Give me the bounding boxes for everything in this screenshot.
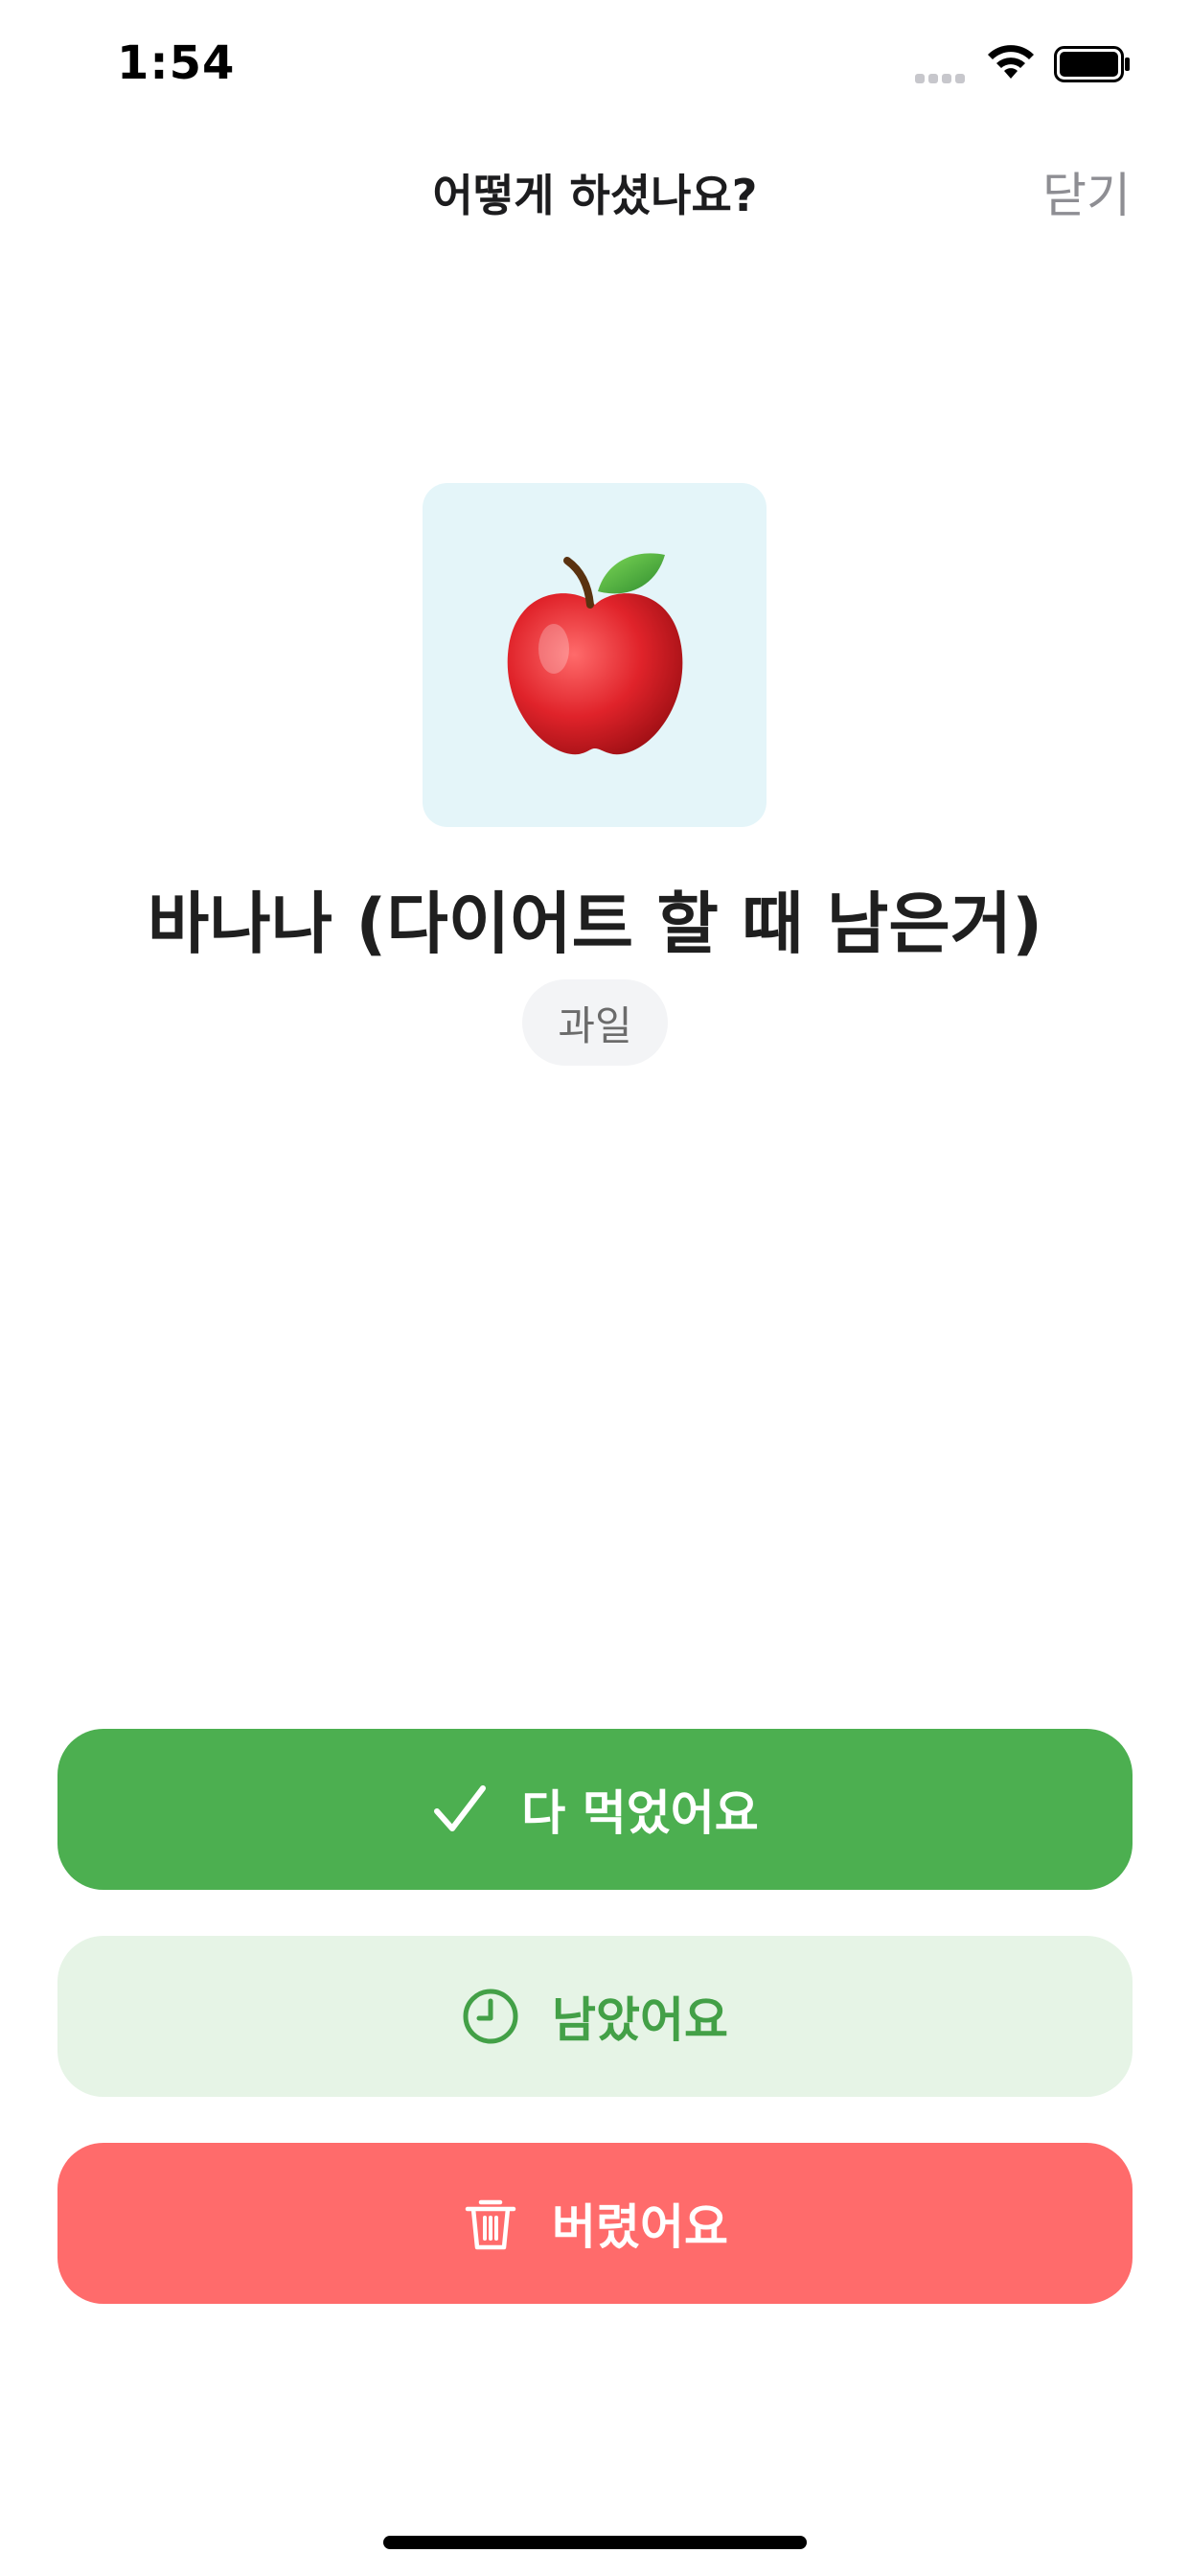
- leftover-label: 남았어요: [552, 1992, 728, 2048]
- eaten-all-label: 다 먹었어요: [521, 1785, 759, 1841]
- page-title: 어떻게 하셨나요?: [432, 170, 758, 221]
- wifi-icon: [988, 45, 1034, 79]
- cellular-signal-icon: [915, 69, 973, 83]
- item-image: [423, 483, 767, 827]
- status-bar: 1:54: [0, 0, 1190, 134]
- trash-icon: [465, 2199, 516, 2250]
- leftover-button[interactable]: 남았어요: [57, 1936, 1133, 2097]
- category-badge: 과일: [522, 979, 668, 1066]
- eaten-all-button[interactable]: 다 먹었어요: [57, 1729, 1133, 1890]
- apple-icon: [507, 552, 682, 754]
- battery-icon: [1054, 46, 1130, 82]
- close-button[interactable]: 닫기: [1042, 157, 1131, 226]
- thrown-away-button[interactable]: 버렸어요: [57, 2143, 1133, 2304]
- home-indicator[interactable]: [383, 2536, 807, 2549]
- thrown-away-label: 버렸어요: [552, 2199, 728, 2255]
- status-time: 1:54: [117, 36, 236, 90]
- item-name: 바나나 (다이어트 할 때 남은거): [147, 885, 1043, 963]
- checkmark-icon: [434, 1785, 487, 1831]
- clock-icon: [463, 1989, 518, 2044]
